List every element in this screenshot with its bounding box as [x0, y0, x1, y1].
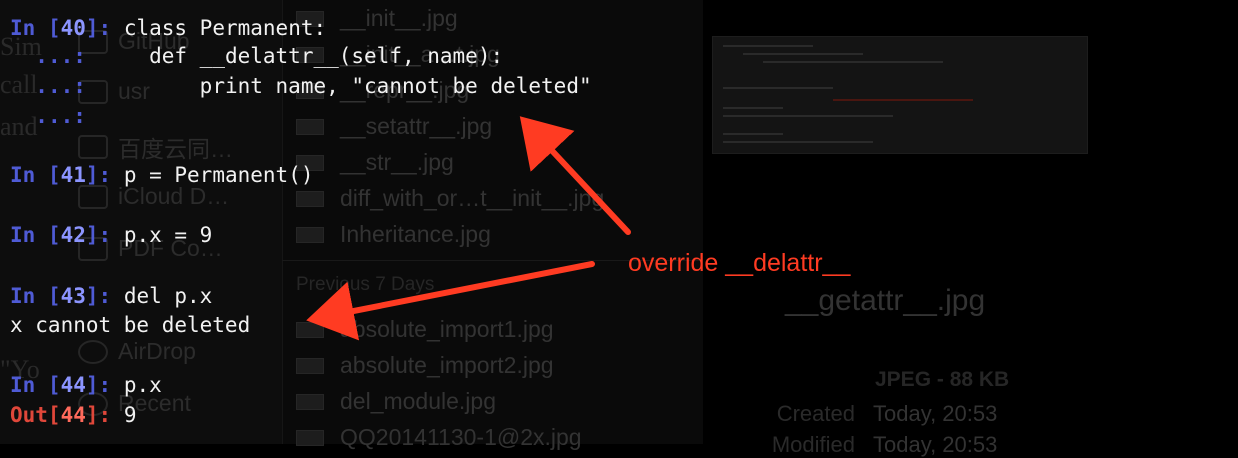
arrow-to-delattr-definition — [519, 116, 631, 235]
annotation-arrows — [306, 116, 631, 341]
arrow-to-print-output — [306, 261, 595, 341]
